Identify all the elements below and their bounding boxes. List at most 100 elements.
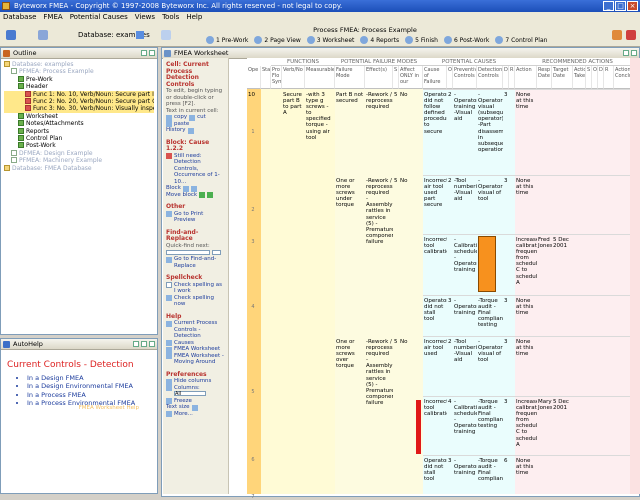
failure-mode-cell[interactable]: Part B not secured bbox=[335, 91, 365, 151]
worksheet-grid[interactable]: FUNCTIONS POTENTIAL FAILURE MODES POTENTIA… bbox=[247, 58, 640, 494]
quick-find-go-button[interactable] bbox=[212, 250, 221, 255]
measurable-cell[interactable]: -with 3 type g screws -to specified torq… bbox=[305, 91, 335, 151]
failure-mode-cell[interactable]: One or more screws over torque bbox=[335, 338, 365, 398]
cause-cell[interactable]: Incorrect tool calibration bbox=[423, 236, 447, 295]
outline-item[interactable]: Func 1: No. 10, Verb/Noun: Secure part I bbox=[4, 90, 154, 99]
target-date-cell[interactable]: 5 Dec 2001 bbox=[552, 398, 573, 418]
outline-item[interactable]: PFMEA: Process Example bbox=[4, 68, 154, 75]
step-post-work[interactable]: 6 Post-Work bbox=[443, 36, 489, 44]
database-dropdown-icon[interactable] bbox=[136, 31, 144, 39]
step-reports[interactable]: 4 Reports bbox=[360, 36, 399, 44]
back-icon[interactable] bbox=[133, 341, 139, 347]
history-button[interactable]: History bbox=[166, 127, 225, 134]
menu-tools[interactable]: Tools bbox=[162, 12, 179, 23]
help-link[interactable]: Current Process Controls - Detection bbox=[166, 320, 225, 340]
effects-cell[interactable]: -Rework / reprocess required -Assembly r… bbox=[365, 177, 393, 247]
outline-item[interactable]: Notes/Attachments bbox=[4, 120, 154, 127]
detection-controls-cell[interactable]: -Torque audit -Final compliance bbox=[477, 457, 503, 494]
outline-item[interactable]: Post-Work bbox=[4, 142, 154, 149]
detection-rating-cell[interactable]: 3 bbox=[503, 338, 509, 348]
menu-database[interactable]: Database bbox=[3, 12, 36, 23]
panel-pin-icon[interactable] bbox=[623, 50, 629, 56]
columns-select[interactable]: All bbox=[174, 391, 206, 397]
help-link[interactable]: In a Process FMEA bbox=[27, 391, 157, 399]
panel-close-icon[interactable] bbox=[149, 50, 155, 56]
print-preview-link[interactable]: Go to Print Preview bbox=[166, 211, 225, 224]
effects-cell[interactable]: -Rework / reprocess required -Assembly r… bbox=[365, 338, 393, 408]
preventive-controls-cell[interactable]: -Calibration schedule -Operator training bbox=[453, 236, 477, 295]
detection-rating-cell[interactable]: 3 bbox=[503, 91, 509, 101]
preventive-controls-cell[interactable]: -Tool numbering -Visual aid bbox=[453, 177, 477, 234]
menu-potential-causes[interactable]: Potential Causes bbox=[70, 12, 128, 23]
detection-controls-cell[interactable]: -Torque audit -Final compliance testing bbox=[477, 398, 503, 454]
outline-item[interactable]: PFMEA: Machinery Example bbox=[4, 157, 154, 164]
open-icon[interactable] bbox=[38, 30, 48, 40]
outline-item[interactable]: Database: FMEA Database bbox=[4, 164, 154, 172]
outline-item[interactable]: Func 2: No. 20, Verb/Noun: Secure part C… bbox=[4, 98, 154, 106]
action-cell[interactable]: Increase calibration frequency from sche… bbox=[515, 236, 537, 295]
help-link[interactable]: In a Design FMEA bbox=[27, 374, 157, 382]
help-link[interactable]: In a Design Environmental FMEA bbox=[27, 382, 157, 390]
outline-item[interactable]: Worksheet bbox=[4, 112, 154, 120]
outline-item[interactable]: Pre-Work bbox=[4, 75, 154, 83]
step-worksheet[interactable]: 3 Worksheet bbox=[306, 36, 354, 44]
target-date-cell[interactable]: 5 Dec 2001 bbox=[552, 236, 573, 256]
panel-close-icon[interactable] bbox=[631, 50, 637, 56]
affect-cell[interactable]: No bbox=[399, 338, 423, 348]
detection-controls-cell[interactable]: -Operator visual of tool bbox=[477, 177, 503, 234]
detection-rating-cell[interactable]: 3 bbox=[503, 177, 509, 187]
responsibility-cell[interactable]: Mary Jones bbox=[537, 398, 552, 418]
cause-cell[interactable]: Incorrect air tool used bbox=[423, 338, 447, 396]
move-block-controls[interactable]: Move block bbox=[166, 192, 225, 198]
outline-item[interactable]: Reports bbox=[4, 127, 154, 135]
print-icon[interactable] bbox=[141, 341, 147, 347]
menu-help[interactable]: Help bbox=[186, 12, 202, 23]
preventive-controls-cell[interactable]: -Operator training -Visual aid bbox=[453, 91, 477, 175]
maximize-button[interactable]: □ bbox=[615, 1, 626, 11]
verb-noun-cell[interactable]: Secure part B to part A bbox=[282, 91, 305, 131]
cause-cell[interactable]: Incorrect tool calibration bbox=[423, 398, 447, 454]
detection-rating-cell[interactable]: 3 bbox=[503, 297, 509, 307]
preventive-controls-cell[interactable]: -Operator training bbox=[453, 297, 477, 336]
close-button[interactable]: × bbox=[627, 1, 638, 11]
outline-item[interactable]: DFMEA: Design Example bbox=[4, 149, 154, 157]
action-cell[interactable]: None at this time bbox=[515, 338, 537, 396]
outline-item[interactable]: Header bbox=[4, 83, 154, 90]
detection-rating-cell[interactable] bbox=[503, 236, 509, 246]
database-tools-icon[interactable] bbox=[161, 30, 171, 40]
panel-close-icon[interactable] bbox=[149, 341, 155, 347]
quick-find-input[interactable] bbox=[166, 250, 210, 255]
failure-mode-cell[interactable]: One or more screws under torque bbox=[335, 177, 365, 237]
detection-rating-cell[interactable]: 6 bbox=[503, 457, 509, 467]
worksheet-scrollbar[interactable] bbox=[630, 58, 640, 494]
detection-controls-cell[interactable]: -Torque audit -Final compliance testing bbox=[477, 297, 503, 336]
menu-views[interactable]: Views bbox=[135, 12, 155, 23]
database-icon[interactable] bbox=[6, 30, 16, 40]
action-cell[interactable]: None at this time bbox=[515, 177, 537, 234]
outline-item[interactable]: Database: examples bbox=[4, 61, 154, 68]
check-spelling-now-link[interactable]: Check spelling now bbox=[166, 295, 225, 308]
outline-item[interactable]: Control Plan bbox=[4, 135, 154, 142]
operation-number-cell[interactable]: 10 bbox=[247, 91, 261, 111]
find-replace-link[interactable]: Go to Find-and-Replace bbox=[166, 256, 225, 269]
preventive-controls-cell[interactable]: -Tool numbering -Visual aid bbox=[453, 338, 477, 396]
more-link[interactable]: More... bbox=[166, 411, 225, 417]
step-control-plan[interactable]: 7 Control Plan bbox=[495, 36, 547, 44]
affect-cell[interactable]: No bbox=[399, 177, 423, 187]
responsibility-cell[interactable]: Fred Jones bbox=[537, 236, 552, 256]
action-cell[interactable]: Increase calibration frequency from sche… bbox=[515, 398, 537, 454]
cause-cell[interactable]: Incorrect air tool used part secure bbox=[423, 177, 447, 234]
panel-pin-icon[interactable] bbox=[141, 50, 147, 56]
preventive-controls-cell[interactable]: -Operator training bbox=[453, 457, 477, 494]
preventive-controls-cell[interactable]: -Calibration schedule -Operator training bbox=[453, 398, 477, 454]
outline-item[interactable]: Func 3: No. 30, Verb/Noun: Visually insp… bbox=[4, 105, 154, 113]
action-cell[interactable]: None at this time bbox=[515, 91, 537, 175]
exit-icon[interactable] bbox=[626, 30, 636, 40]
step-pre-work[interactable]: 1 Pre-Work bbox=[206, 36, 248, 44]
step-finish[interactable]: 5 Finish bbox=[405, 36, 438, 44]
detection-controls-cell[interactable]: -Operator visual (subsequent operator) -… bbox=[477, 91, 503, 175]
cause-cell[interactable]: Operator did not follow defined procedur… bbox=[423, 91, 447, 175]
spell-check-checkbox[interactable]: Check spelling as I work bbox=[166, 282, 225, 295]
affect-cell[interactable]: No bbox=[399, 91, 423, 101]
step-page-view[interactable]: 2 Page View bbox=[254, 36, 301, 44]
